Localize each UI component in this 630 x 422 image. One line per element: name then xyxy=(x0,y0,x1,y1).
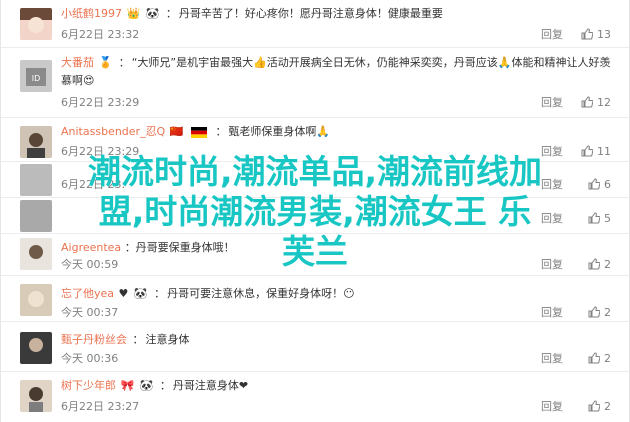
panda-icon: 🐼 xyxy=(145,7,160,20)
username[interactable]: 忘了他yea xyxy=(61,287,114,300)
avatar[interactable] xyxy=(20,332,52,364)
like-count: 6 xyxy=(604,178,611,191)
timestamp: 今天 00:37 xyxy=(61,306,119,319)
like-button[interactable]: 5 xyxy=(588,212,611,226)
avatar[interactable] xyxy=(20,8,52,40)
medal-icon: 🏅 xyxy=(98,56,113,69)
comment-item: Anitassbender_忍Q 🇨🇳 ：甄老师保重身体啊🙏 6月22日 23:… xyxy=(1,118,629,162)
like-button[interactable]: 6 xyxy=(588,178,611,192)
comment-text: 甄老师保重身体啊🙏 xyxy=(228,125,331,138)
reply-button[interactable]: 回复 xyxy=(541,400,563,414)
thumbs-up-icon xyxy=(588,306,600,318)
comment-item: 甄子丹粉丝会 ：注意身体 今天 00:36 回复 2 xyxy=(1,322,629,372)
comment-text: 丹哥注意身体❤ xyxy=(172,379,249,392)
username[interactable]: Anitassbender_忍Q xyxy=(61,125,165,138)
comment-item: Aigreentea ：丹哥要保重身体哦！ 今天 00:59 回复 2 xyxy=(1,234,629,276)
avatar[interactable] xyxy=(20,200,52,232)
like-button[interactable]: 12 xyxy=(581,96,611,110)
like-button[interactable]: 13 xyxy=(581,28,611,42)
crown-icon: 👑 xyxy=(126,7,141,20)
timestamp: 6月22日 23: xyxy=(61,178,126,191)
thumbs-up-icon xyxy=(588,178,600,190)
thumbs-up-icon xyxy=(581,96,593,108)
comment-text: 注意身体 xyxy=(145,333,190,346)
like-button[interactable]: 11 xyxy=(581,145,611,159)
like-count: 2 xyxy=(604,258,611,271)
username[interactable]: Aigreentea xyxy=(61,241,121,254)
like-button[interactable]: 2 xyxy=(588,258,611,272)
like-count: 5 xyxy=(604,212,611,225)
comment-item: 回复 5 xyxy=(1,198,629,234)
timestamp: 6月22日 23:29 xyxy=(61,145,140,158)
like-count: 13 xyxy=(597,28,611,41)
reply-button[interactable]: 回复 xyxy=(541,258,563,272)
like-count: 2 xyxy=(604,352,611,365)
timestamp: 6月22日 23:32 xyxy=(61,28,140,41)
username[interactable]: 小纸鹤1997 xyxy=(61,7,122,20)
thumbs-up-icon xyxy=(581,28,593,40)
timestamp: 6月22日 23:29 xyxy=(61,96,140,109)
username[interactable]: 大番茄 xyxy=(61,56,94,69)
avatar[interactable] xyxy=(20,380,52,412)
comment-item: ID 大番茄 🏅 ： “大师兄”是机宇宙最强大👍活动开展病全日无休，仍能神采奕奕，… xyxy=(1,48,629,118)
avatar[interactable] xyxy=(20,126,52,158)
comment-item: 小纸鹤1997 👑 🐼 ：丹哥辛苦了！好心疼你！愿丹哥注意身体！健康最重要 6月… xyxy=(1,0,629,48)
thumbs-up-icon xyxy=(588,212,600,224)
timestamp: 今天 00:36 xyxy=(61,352,119,365)
thumbs-up-icon xyxy=(588,352,600,364)
like-count: 12 xyxy=(597,96,611,109)
thumbs-up-icon xyxy=(588,400,600,412)
like-button[interactable]: 2 xyxy=(588,352,611,366)
comment-item: 忘了他yea ♥ 🐼 ：丹哥可要注意休息，保重好身体呀！😶 今天 00:37 回… xyxy=(1,276,629,322)
comment-text: 丹哥可要注意休息，保重好身体呀！😶 xyxy=(167,287,355,300)
comment-text: ：丹哥要保重身体哦！ xyxy=(124,241,235,254)
thumbs-up-icon xyxy=(588,258,600,270)
reply-button[interactable]: 回复 xyxy=(541,145,563,159)
reply-button[interactable]: 回复 xyxy=(541,28,563,42)
reply-button[interactable]: 回复 xyxy=(541,306,563,320)
comment-item: 树下少年郎 🎀 🐼 ：丹哥注意身体❤ 6月22日 23:27 回复 2 xyxy=(1,372,629,422)
timestamp: 今天 00:59 xyxy=(61,258,119,271)
germany-flag-icon xyxy=(190,126,207,138)
avatar[interactable]: ID xyxy=(20,60,52,92)
svg-text:ID: ID xyxy=(32,74,41,83)
username[interactable]: 甄子丹粉丝会 xyxy=(61,333,127,346)
username[interactable]: 树下少年郎 xyxy=(61,379,116,392)
thumbs-up-icon xyxy=(581,145,593,157)
like-count: 2 xyxy=(604,400,611,413)
reply-button[interactable]: 回复 xyxy=(541,96,563,110)
like-button[interactable]: 2 xyxy=(588,400,611,414)
timestamp: 6月22日 23:27 xyxy=(61,400,140,413)
like-count: 2 xyxy=(604,306,611,319)
reply-button[interactable]: 回复 xyxy=(541,178,563,192)
reply-button[interactable]: 回复 xyxy=(541,212,563,226)
like-button[interactable]: 2 xyxy=(588,306,611,320)
comment-item: 6月22日 23: 回复 6 xyxy=(1,162,629,198)
avatar[interactable] xyxy=(20,238,52,270)
like-count: 11 xyxy=(597,145,611,158)
panda-icon: 🐼 xyxy=(139,379,154,392)
comment-feed: 小纸鹤1997 👑 🐼 ：丹哥辛苦了！好心疼你！愿丹哥注意身体！健康最重要 6月… xyxy=(0,0,630,422)
comment-text: “大师兄”是机宇宙最强大👍活动开展病全日无休，仍能神采奕奕，丹哥应该🙏体能和精神… xyxy=(61,56,611,87)
heart-icon: ♥ xyxy=(118,287,129,300)
comment-text: 丹哥辛苦了！好心疼你！愿丹哥注意身体！健康最重要 xyxy=(178,7,443,20)
flag-icon: 🇨🇳 xyxy=(169,125,184,138)
avatar[interactable] xyxy=(20,164,52,196)
reply-button[interactable]: 回复 xyxy=(541,352,563,366)
sparkle-icon: 🎀 xyxy=(120,379,135,392)
avatar[interactable] xyxy=(20,284,52,316)
panda-icon: 🐼 xyxy=(133,287,148,300)
